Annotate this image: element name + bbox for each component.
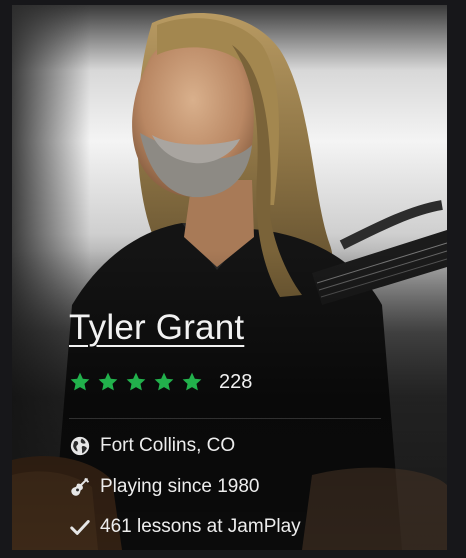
- star-icon: [182, 372, 202, 391]
- page-background: Tyler Grant 228 Fort Collins, CO Playing…: [0, 0, 466, 558]
- globe-icon: [70, 436, 90, 456]
- checkmark-icon: [70, 520, 90, 535]
- photo-gradient-overlay: [12, 5, 447, 550]
- lessons-row: 461 lessons at JamPlay: [69, 516, 301, 538]
- guitar-icon: [71, 477, 90, 496]
- instructor-info: Tyler Grant 228 Fort Collins, CO Playing…: [69, 305, 399, 537]
- rating-row: 228: [69, 369, 252, 395]
- star-icon: [70, 372, 90, 391]
- location-text: Fort Collins, CO: [100, 435, 236, 456]
- review-count: 228: [219, 370, 253, 393]
- star-icon: [126, 372, 146, 391]
- star-icon: [98, 372, 118, 391]
- location-row: Fort Collins, CO: [69, 435, 235, 457]
- star-rating: [69, 371, 203, 393]
- divider: [69, 418, 381, 419]
- instructor-card[interactable]: Tyler Grant 228 Fort Collins, CO Playing…: [12, 5, 447, 550]
- star-icon: [154, 372, 174, 391]
- playing-since-text: Playing since 1980: [100, 476, 260, 497]
- lessons-text: 461 lessons at JamPlay: [100, 516, 301, 537]
- instructor-name-link[interactable]: Tyler Grant: [69, 305, 244, 351]
- playing-since-row: Playing since 1980: [69, 476, 260, 498]
